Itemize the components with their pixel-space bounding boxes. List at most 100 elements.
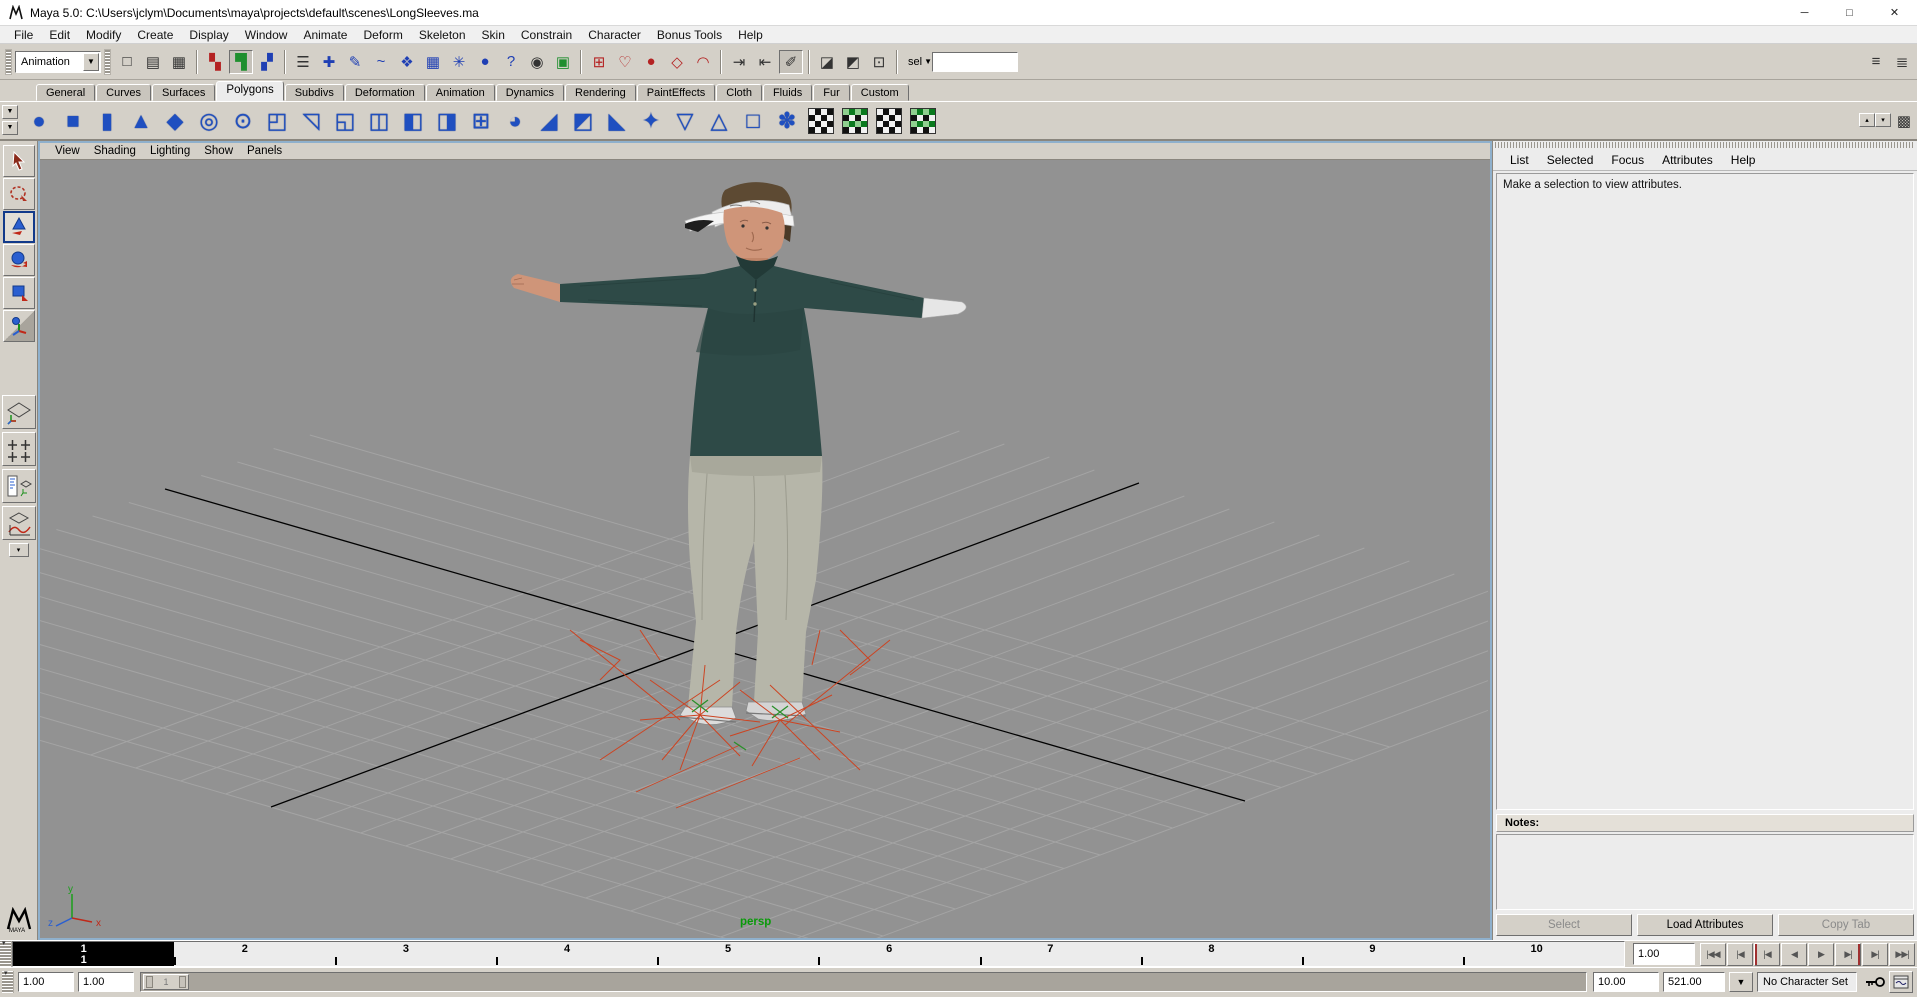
select-misc-mask-icon[interactable]: ?: [499, 50, 523, 74]
select-all-mask-icon[interactable]: ✚: [317, 50, 341, 74]
menu-set-selector[interactable]: Animation ▼: [15, 51, 101, 73]
ae-menu-item[interactable]: Focus: [1602, 153, 1653, 167]
next-key-button[interactable]: ▶|: [1862, 943, 1888, 966]
snap-to-points-icon[interactable]: ●: [639, 50, 663, 74]
shelf-tab[interactable]: Dynamics: [496, 84, 564, 101]
persp-graph-layout-button[interactable]: [2, 506, 36, 540]
separator[interactable]: [580, 50, 582, 74]
triangulate-icon[interactable]: △: [702, 104, 736, 138]
viewport-menu-item[interactable]: View: [48, 145, 87, 157]
select-dynamics-mask-icon[interactable]: ✳: [447, 50, 471, 74]
select-handles-mask-icon[interactable]: ✎: [343, 50, 367, 74]
reduce-icon[interactable]: ▽: [668, 104, 702, 138]
poly-sphere-icon[interactable]: ●: [22, 104, 56, 138]
separator[interactable]: [808, 50, 810, 74]
frame-cell[interactable]: 3: [335, 942, 496, 966]
quadrangulate-icon[interactable]: □: [736, 104, 770, 138]
frame-cell[interactable]: 7: [980, 942, 1141, 966]
separator[interactable]: [896, 50, 898, 74]
frame-cell[interactable]: 10: [1463, 942, 1624, 966]
viewport-menu-item[interactable]: Shading: [87, 145, 143, 157]
select-component-mode-icon[interactable]: ▞: [255, 50, 279, 74]
auto-keyframe-icon[interactable]: [1863, 971, 1887, 993]
move-tool[interactable]: [3, 211, 35, 243]
smooth-icon[interactable]: ◕: [498, 104, 532, 138]
cut-faces-icon[interactable]: ◫: [362, 104, 396, 138]
shelf-scroll-up-button[interactable]: ▴: [1859, 113, 1875, 127]
go-to-playback-start-button[interactable]: |◀◀: [1700, 943, 1726, 966]
time-slider[interactable]: 1 1 2 3 4 5 6 7: [12, 941, 1625, 967]
previous-frame-button[interactable]: |◀: [1754, 943, 1780, 966]
snap-to-curves-icon[interactable]: ♡: [613, 50, 637, 74]
uv-snapshot-icon[interactable]: [906, 104, 940, 138]
go-to-playback-end-button[interactable]: ▶▶|: [1889, 943, 1915, 966]
ae-menu-item[interactable]: Selected: [1538, 153, 1603, 167]
output-connections-icon[interactable]: ⇤: [753, 50, 777, 74]
range-start-handle[interactable]: [146, 976, 153, 988]
playback-range-widget[interactable]: 1: [143, 974, 189, 990]
viewport-canvas[interactable]: persp y x z: [40, 160, 1490, 938]
ae-menu-item[interactable]: Attributes: [1653, 153, 1722, 167]
menu-item[interactable]: Character: [580, 27, 649, 43]
poly-cube-icon[interactable]: ■: [56, 104, 90, 138]
shelf-tab-menu-button[interactable]: ▼: [2, 105, 18, 119]
shelf-tab[interactable]: Custom: [851, 84, 909, 101]
range-slider-track[interactable]: 1: [140, 972, 1587, 992]
menu-item[interactable]: Skin: [474, 27, 513, 43]
mirror-geometry-icon[interactable]: ◩: [566, 104, 600, 138]
shelf-tab[interactable]: Polygons: [216, 81, 283, 101]
select-hierarchy-mode-icon[interactable]: ▚: [203, 50, 227, 74]
select-deformations-mask-icon[interactable]: ▦: [421, 50, 445, 74]
uv-texture-editor-icon[interactable]: [804, 104, 838, 138]
bake-texture-icon[interactable]: [872, 104, 906, 138]
select-curves-mask-icon[interactable]: ~: [369, 50, 393, 74]
select-tool[interactable]: [3, 145, 35, 177]
menu-item[interactable]: Display: [181, 27, 236, 43]
ae-menu-item[interactable]: Help: [1722, 153, 1765, 167]
menu-item[interactable]: Animate: [295, 27, 355, 43]
menu-item[interactable]: Bonus Tools: [649, 27, 730, 43]
frame-cell[interactable]: 8: [1141, 942, 1302, 966]
shelf-tab[interactable]: Rendering: [565, 84, 636, 101]
shelf-tab[interactable]: Surfaces: [152, 84, 215, 101]
menu-item[interactable]: Edit: [41, 27, 78, 43]
separator[interactable]: [196, 50, 198, 74]
ipr-render-icon[interactable]: ◩: [841, 50, 865, 74]
sculpt-geometry-icon[interactable]: ✽: [770, 104, 804, 138]
single-pane-layout-button[interactable]: [2, 395, 36, 429]
shelf-tab[interactable]: Fur: [813, 84, 850, 101]
maximize-button[interactable]: □: [1827, 0, 1872, 25]
shelf-tab[interactable]: Deformation: [345, 84, 425, 101]
time-slider-drag-handle[interactable]: [0, 941, 12, 967]
combine-icon[interactable]: ⊞: [464, 104, 498, 138]
duplicate-face-icon[interactable]: ◰: [260, 104, 294, 138]
animation-preferences-icon[interactable]: [1889, 971, 1913, 993]
ae-menu-item[interactable]: List: [1501, 153, 1538, 167]
select-button[interactable]: Select: [1496, 914, 1632, 936]
frame-cell[interactable]: 6: [818, 942, 979, 966]
separator[interactable]: [720, 50, 722, 74]
menu-item[interactable]: Deform: [355, 27, 410, 43]
shelf-editor-icon[interactable]: ▩: [1892, 109, 1916, 133]
viewport-menu-item[interactable]: Show: [197, 145, 240, 157]
select-object-mode-icon[interactable]: ▜: [229, 50, 253, 74]
show-ui-elements-icon[interactable]: ≡: [1864, 50, 1888, 74]
render-globals-icon[interactable]: ⊡: [867, 50, 891, 74]
minimize-button[interactable]: ─: [1782, 0, 1827, 25]
shelf-scroll-down-button[interactable]: ▾: [1875, 113, 1891, 127]
lock-selection-icon[interactable]: ◉: [525, 50, 549, 74]
input-connections-icon[interactable]: ⇥: [727, 50, 751, 74]
menu-item[interactable]: Create: [129, 27, 181, 43]
poke-faces-icon[interactable]: ✦: [634, 104, 668, 138]
frame-cell[interactable]: 5: [657, 942, 818, 966]
shelf-tab[interactable]: Animation: [426, 84, 495, 101]
scale-tool[interactable]: [3, 277, 35, 309]
selection-mask-menu-icon[interactable]: ☰: [291, 50, 315, 74]
viewport-menu-item[interactable]: Panels: [240, 145, 289, 157]
animation-end-field[interactable]: 521.00: [1663, 972, 1725, 992]
snap-to-view-plane-icon[interactable]: ◇: [665, 50, 689, 74]
shelf-tab[interactable]: General: [36, 84, 95, 101]
drag-handle[interactable]: [104, 49, 111, 75]
render-current-frame-icon[interactable]: ◪: [815, 50, 839, 74]
append-polygon-icon[interactable]: ◨: [430, 104, 464, 138]
